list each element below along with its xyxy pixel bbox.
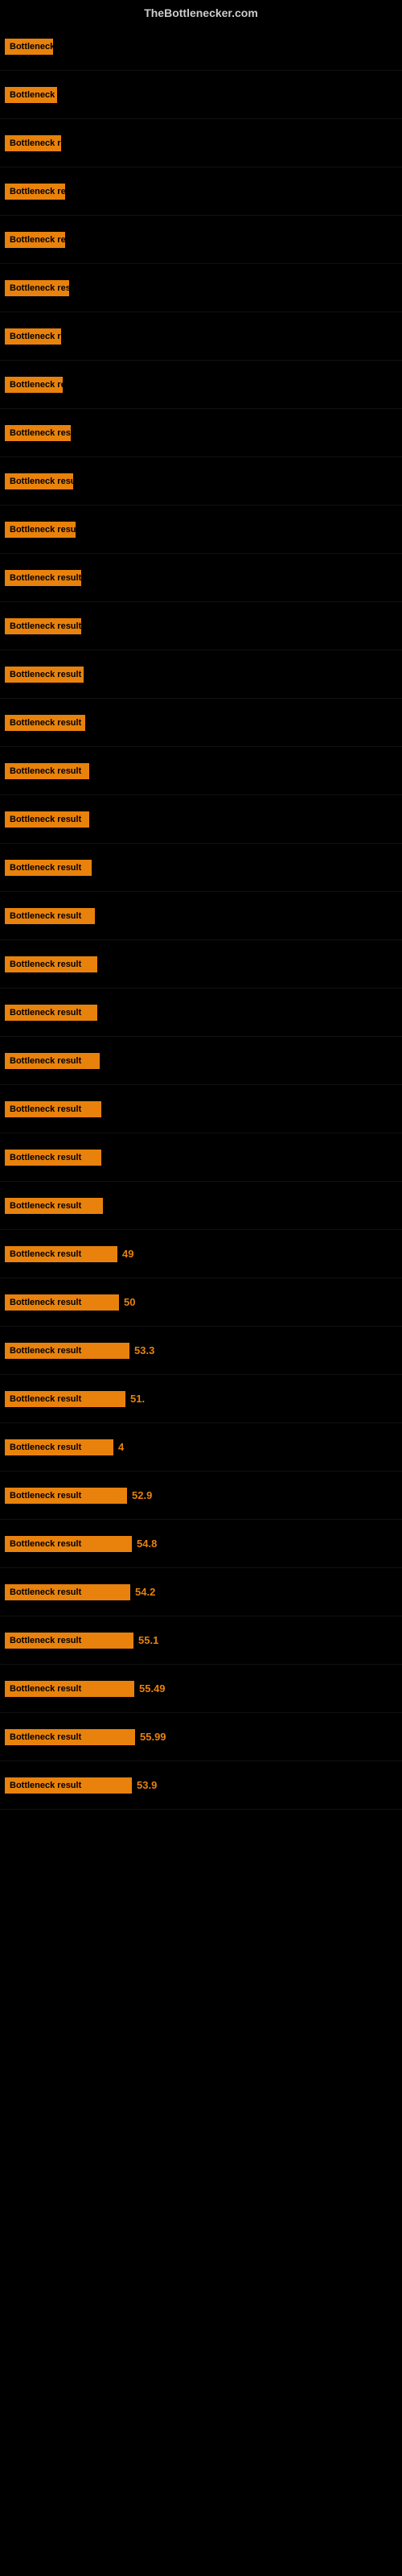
bar-label: Bottleneck res [5, 184, 65, 200]
bar-label: Bottleneck resu [5, 473, 73, 489]
bar-label: Bottleneck res [5, 135, 61, 151]
table-row: Bottleneck result [0, 602, 402, 650]
bar-label: Bottleneck result [5, 1198, 103, 1214]
rows-container: Bottleneck re Bottleneck re Bottleneck res… [0, 23, 402, 1810]
table-row: Bottleneck result 54.8 [0, 1520, 402, 1568]
table-row: Bottleneck res [0, 167, 402, 216]
table-row: Bottleneck result [0, 699, 402, 747]
bar-label: Bottleneck result [5, 1777, 132, 1794]
table-row: Bottleneck result [0, 844, 402, 892]
table-row: Bottleneck res [0, 119, 402, 167]
bar-label: Bottleneck result [5, 618, 81, 634]
bar-label: Bottleneck result [5, 1150, 101, 1166]
table-row: Bottleneck result 55.1 [0, 1616, 402, 1665]
bar-label: Bottleneck resu [5, 522, 76, 538]
bar-label: Bottleneck result [5, 1343, 129, 1359]
bar-label: Bottleneck result [5, 1391, 125, 1407]
bar-label: Bottleneck re [5, 39, 53, 55]
table-row: Bottleneck result [0, 650, 402, 699]
table-row: Bottleneck result 55.49 [0, 1665, 402, 1713]
bar-value: 51. [130, 1393, 145, 1405]
table-row: Bottleneck result [0, 989, 402, 1037]
table-row: Bottleneck result 53.9 [0, 1761, 402, 1810]
bar-value: 50 [124, 1296, 135, 1308]
bar-label: Bottleneck result [5, 1439, 113, 1455]
bar-value: 55.1 [138, 1634, 158, 1646]
bar-label: Bottleneck result [5, 1633, 133, 1649]
table-row: Bottleneck result 54.2 [0, 1568, 402, 1616]
bar-label: Bottleneck res [5, 377, 63, 393]
table-row: Bottleneck result 52.9 [0, 1472, 402, 1520]
table-row: Bottleneck result [0, 1037, 402, 1085]
table-row: Bottleneck result 49 [0, 1230, 402, 1278]
table-row: Bottleneck res [0, 216, 402, 264]
bar-value: 53.3 [134, 1344, 154, 1356]
bar-label: Bottleneck result [5, 763, 89, 779]
bar-label: Bottleneck result [5, 811, 89, 828]
table-row: Bottleneck resu [0, 457, 402, 506]
bar-label: Bottleneck res [5, 232, 65, 248]
bar-label: Bottleneck result [5, 715, 85, 731]
table-row: Bottleneck re [0, 71, 402, 119]
table-row: Bottleneck result [0, 747, 402, 795]
table-row: Bottleneck re [0, 23, 402, 71]
table-row: Bottleneck result [0, 892, 402, 940]
table-row: Bottleneck result 53.3 [0, 1327, 402, 1375]
bar-label: Bottleneck result [5, 1294, 119, 1311]
bar-label: Bottleneck result [5, 1681, 134, 1697]
table-row: Bottleneck result [0, 795, 402, 844]
table-row: Bottleneck result [0, 940, 402, 989]
bar-label: Bottleneck result [5, 1536, 132, 1552]
bar-label: Bottleneck re [5, 87, 57, 103]
bar-label: Bottleneck resu [5, 425, 71, 441]
table-row: Bottleneck resu [0, 264, 402, 312]
header: TheBottlenecker.com [0, 0, 402, 23]
table-row: Bottleneck result [0, 1182, 402, 1230]
table-row: Bottleneck res [0, 312, 402, 361]
bar-label: Bottleneck result [5, 860, 92, 876]
bar-label: Bottleneck result [5, 956, 97, 972]
table-row: Bottleneck result 50 [0, 1278, 402, 1327]
bar-label: Bottleneck result [5, 1729, 135, 1745]
bar-label: Bottleneck result [5, 1488, 127, 1504]
bar-value: 55.99 [140, 1731, 166, 1743]
bar-label: Bottleneck result [5, 667, 84, 683]
table-row: Bottleneck result 55.99 [0, 1713, 402, 1761]
table-row: Bottleneck result [0, 1085, 402, 1133]
table-row: Bottleneck result [0, 1133, 402, 1182]
bar-value: 55.49 [139, 1682, 166, 1695]
bar-label: Bottleneck result [5, 1584, 130, 1600]
table-row: Bottleneck res [0, 361, 402, 409]
bar-label: Bottleneck result [5, 1101, 101, 1117]
bar-label: Bottleneck result [5, 570, 81, 586]
bar-label: Bottleneck result [5, 908, 95, 924]
site-title: TheBottlenecker.com [0, 0, 402, 23]
bar-value: 4 [118, 1441, 124, 1453]
bar-label: Bottleneck result [5, 1246, 117, 1262]
table-row: Bottleneck resu [0, 506, 402, 554]
bar-value: 54.2 [135, 1586, 155, 1598]
table-row: Bottleneck result 4 [0, 1423, 402, 1472]
bar-value: 52.9 [132, 1489, 152, 1501]
bar-label: Bottleneck result [5, 1053, 100, 1069]
bar-value: 49 [122, 1248, 133, 1260]
bar-value: 53.9 [137, 1779, 157, 1791]
table-row: Bottleneck resu [0, 409, 402, 457]
table-row: Bottleneck result 51. [0, 1375, 402, 1423]
bar-value: 54.8 [137, 1538, 157, 1550]
bar-label: Bottleneck result [5, 1005, 97, 1021]
bar-label: Bottleneck res [5, 328, 61, 345]
table-row: Bottleneck result [0, 554, 402, 602]
bar-label: Bottleneck resu [5, 280, 69, 296]
